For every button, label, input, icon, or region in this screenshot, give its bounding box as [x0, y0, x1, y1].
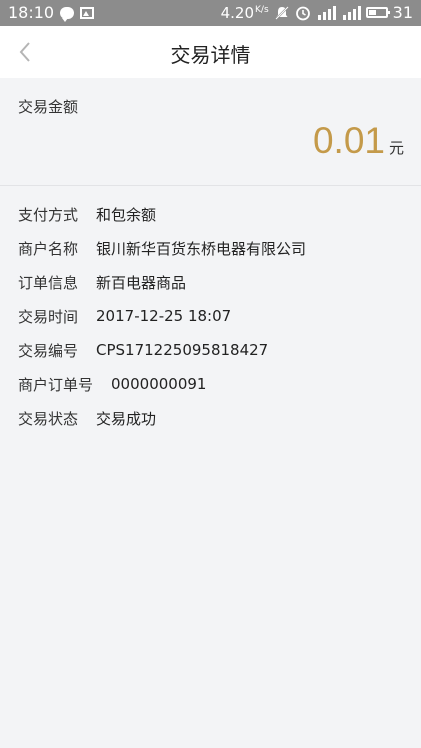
detail-row-transaction-status: 交易状态 交易成功 [18, 401, 408, 435]
signal-4g-icon [342, 5, 361, 20]
detail-label: 订单信息 [18, 273, 79, 292]
detail-label: 交易时间 [18, 307, 79, 326]
detail-value: 银川新华百货东桥电器有限公司 [96, 239, 307, 258]
details-list: 支付方式 和包余额 商户名称 银川新华百货东桥电器有限公司 订单信息 新百电器商… [18, 197, 408, 435]
amount-section: 交易金额 0.01 元 [0, 78, 421, 186]
amount-number: 0.01 [312, 120, 385, 161]
detail-row-order-info: 订单信息 新百电器商品 [18, 265, 408, 299]
detail-row-transaction-time: 交易时间 2017-12-25 18:07 [18, 299, 408, 333]
detail-value: 2017-12-25 18:07 [96, 307, 232, 325]
detail-label: 交易编号 [18, 341, 79, 360]
detail-value: 交易成功 [96, 409, 157, 428]
battery-level: 31 [392, 3, 413, 22]
detail-label: 商户订单号 [18, 375, 94, 394]
chat-bubble-icon [60, 6, 75, 22]
network-speed-value: 4.20 [220, 3, 255, 22]
detail-value: 和包余额 [96, 205, 157, 224]
page-title: 交易详情 [170, 43, 251, 67]
image-icon [80, 6, 95, 19]
amount-label: 交易金额 [18, 98, 79, 116]
detail-row-merchant-order-number: 商户订单号 0000000091 [18, 367, 408, 401]
status-bar: 18:10 4.20K/s 31 [0, 0, 421, 26]
detail-value: CPS171225095818427 [96, 341, 269, 359]
network-speed-unit: K/s [255, 4, 269, 15]
amount-value: 0.01 元 [313, 120, 404, 162]
signal-icon [317, 5, 336, 20]
detail-row-transaction-number: 交易编号 CPS171225095818427 [18, 333, 408, 367]
status-time: 18:10 [8, 3, 55, 22]
detail-label: 支付方式 [18, 205, 79, 224]
network-speed: 4.20K/s [221, 4, 269, 22]
battery-icon [365, 7, 390, 18]
alarm-icon [295, 6, 310, 20]
mute-icon [274, 5, 289, 20]
header: 交易详情 [0, 26, 421, 78]
detail-row-merchant-name: 商户名称 银川新华百货东桥电器有限公司 [18, 231, 408, 265]
detail-label: 商户名称 [18, 239, 79, 258]
detail-label: 交易状态 [18, 409, 79, 428]
detail-value: 0000000091 [111, 375, 207, 393]
detail-value: 新百电器商品 [96, 273, 187, 292]
amount-unit: 元 [388, 139, 404, 157]
detail-row-payment-method: 支付方式 和包余额 [18, 197, 408, 231]
screen: 18:10 4.20K/s 31 交易详情 交易金额 0.01 元 支付方式 和… [0, 0, 421, 748]
